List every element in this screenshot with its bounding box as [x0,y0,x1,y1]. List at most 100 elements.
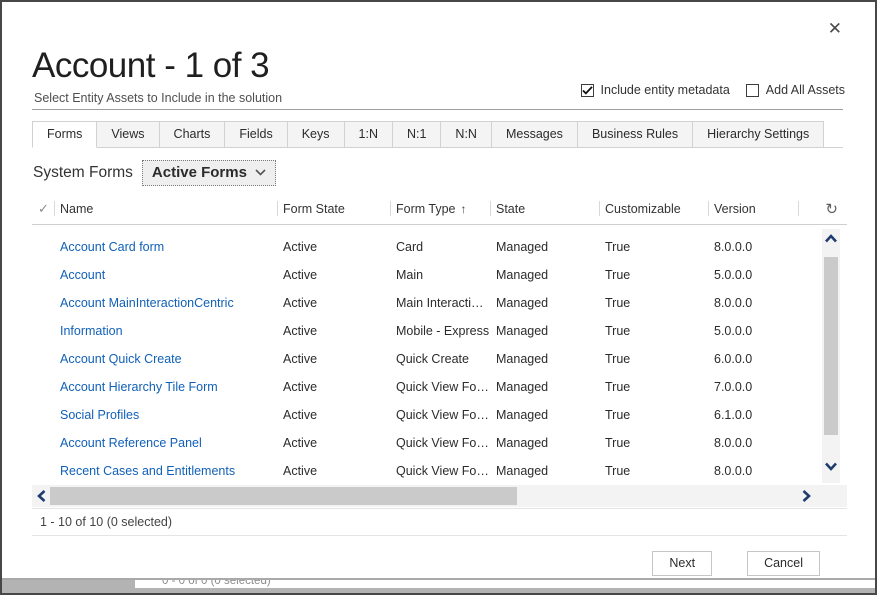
tab-1-n[interactable]: 1:N [345,121,393,148]
form-name-link[interactable]: Account Card form [54,240,277,254]
form-type-cell: Card [390,240,490,254]
version-cell: 5.0.0.0 [708,268,798,282]
sort-ascending-icon: ↑ [461,202,467,216]
dialog-footer: Next Cancel [34,551,820,576]
tab-views[interactable]: Views [97,121,159,148]
system-forms-label: System Forms [33,164,133,182]
background-clipped-status: 0 - 0 of 0 (0 selected) [162,580,271,587]
horizontal-scroll-thumb[interactable] [50,487,517,505]
state-cell: Managed [490,380,599,394]
tab-messages[interactable]: Messages [492,121,578,148]
column-header-label: Customizable [605,202,681,216]
column-header-label: Version [714,202,756,216]
horizontal-scrollbar[interactable] [32,485,847,507]
form-name-link[interactable]: Account Quick Create [54,352,277,366]
checkbox[interactable] [581,84,594,97]
form-name-link[interactable]: Account Reference Panel [54,436,277,450]
tab-label: N:1 [407,127,426,141]
form-state-cell: Active [277,352,390,366]
tab-label: N:N [455,127,477,141]
refresh-icon[interactable]: ↻ [825,200,838,218]
column-header-name[interactable]: Name [54,194,277,224]
tab-forms[interactable]: Forms [32,121,97,148]
tab-charts[interactable]: Charts [160,121,226,148]
scroll-left-icon[interactable] [37,485,46,507]
customizable-cell: True [599,352,708,366]
table-row[interactable]: Social Profiles Active Quick View Form M… [32,401,847,429]
version-cell: 8.0.0.0 [708,240,798,254]
column-header-label: Name [60,202,93,216]
column-header-version[interactable]: Version [708,194,798,224]
checkbox-label: Add All Assets [766,83,845,97]
background-band [2,588,875,593]
form-state-cell: Active [277,436,390,450]
column-header-form-state[interactable]: Form State [277,194,390,224]
state-cell: Managed [490,464,599,478]
table-row[interactable]: Account Quick Create Active Quick Create… [32,345,847,373]
customizable-cell: True [599,296,708,310]
vertical-scroll-thumb[interactable] [824,257,838,435]
select-all-checkbox[interactable]: ✓ [32,194,54,224]
form-type-dropdown[interactable]: Active Forms [142,160,276,186]
option-include-entity-metadata[interactable]: Include entity metadata [581,83,730,97]
column-header-customizable[interactable]: Customizable [599,194,708,224]
table-row[interactable]: Account MainInteractionCentric Active Ma… [32,289,847,317]
scroll-down-icon[interactable] [822,462,840,471]
column-header-form-type[interactable]: Form Type ↑ [390,194,490,224]
tab-fields[interactable]: Fields [225,121,287,148]
tab-label: Keys [302,127,330,141]
tab-label: Hierarchy Settings [707,127,809,141]
customizable-cell: True [599,268,708,282]
column-header-label: State [496,202,525,216]
grid-body: Account Card form Active Card Managed Tr… [32,225,847,485]
tab-label: Messages [506,127,563,141]
customizable-cell: True [599,436,708,450]
form-name-link[interactable]: Account [54,268,277,282]
tab-label: Forms [47,127,82,141]
header-options: Include entity metadata Add All Assets [581,83,845,97]
column-header-label: Form State [283,202,345,216]
checkbox[interactable] [746,84,759,97]
state-cell: Managed [490,296,599,310]
table-row[interactable]: Account Active Main Managed True 5.0.0.0 [32,261,847,289]
scroll-up-icon[interactable] [822,234,840,243]
forms-grid: ✓ Name Form State Form Type ↑ State Cust… [32,194,847,536]
scroll-right-icon[interactable] [802,485,811,507]
option-add-all-assets[interactable]: Add All Assets [746,83,845,97]
form-type-cell: Main Interaction... [390,296,490,310]
tab-label: 1:N [359,127,378,141]
column-header-state[interactable]: State [490,194,599,224]
form-type-dropdown-value: Active Forms [152,164,247,181]
next-button[interactable]: Next [652,551,712,576]
vertical-scrollbar[interactable] [822,229,840,483]
table-row[interactable]: Account Hierarchy Tile Form Active Quick… [32,373,847,401]
table-row[interactable]: Account Card form Active Card Managed Tr… [32,233,847,261]
table-row[interactable]: Account Reference Panel Active Quick Vie… [32,429,847,457]
tab-n-n[interactable]: N:N [441,121,492,148]
state-cell: Managed [490,408,599,422]
form-state-cell: Active [277,464,390,478]
form-name-link[interactable]: Social Profiles [54,408,277,422]
table-row[interactable]: Information Active Mobile - Express Mana… [32,317,847,345]
title-divider [32,109,843,110]
cancel-button[interactable]: Cancel [747,551,820,576]
tab-hierarchy-settings[interactable]: Hierarchy Settings [693,121,824,148]
close-icon[interactable]: ✕ [828,20,842,37]
version-cell: 6.1.0.0 [708,408,798,422]
state-cell: Managed [490,268,599,282]
table-row[interactable]: Recent Cases and Entitlements Active Qui… [32,457,847,485]
form-type-cell: Mobile - Express [390,324,490,338]
tab-business-rules[interactable]: Business Rules [578,121,693,148]
state-cell: Managed [490,352,599,366]
chevron-down-icon [255,169,266,176]
form-name-link[interactable]: Information [54,324,277,338]
state-cell: Managed [490,436,599,450]
state-cell: Managed [490,324,599,338]
customizable-cell: True [599,464,708,478]
form-name-link[interactable]: Account MainInteractionCentric [54,296,277,310]
form-state-cell: Active [277,324,390,338]
form-name-link[interactable]: Recent Cases and Entitlements [54,464,277,478]
tab-keys[interactable]: Keys [288,121,345,148]
form-name-link[interactable]: Account Hierarchy Tile Form [54,380,277,394]
tab-n-1[interactable]: N:1 [393,121,441,148]
